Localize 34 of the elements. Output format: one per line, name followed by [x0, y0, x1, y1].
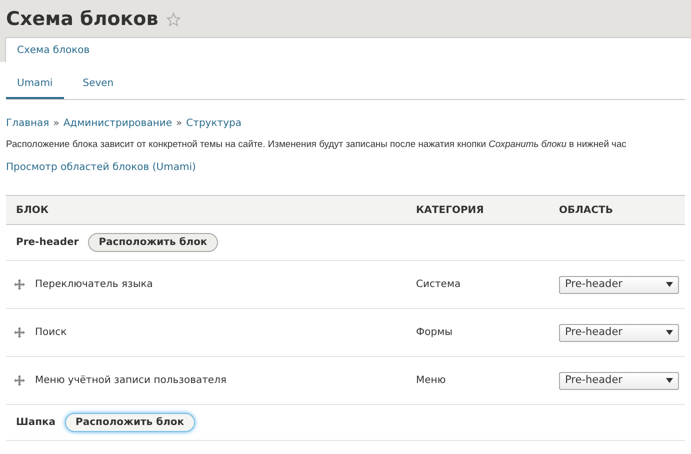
block-name: Меню учётной записи пользователя	[35, 374, 226, 388]
dropdown-arrow-icon	[666, 378, 673, 383]
block-category: Система	[416, 278, 462, 292]
dropdown-arrow-icon	[666, 330, 673, 335]
block-category: Меню	[416, 374, 447, 388]
demo-link[interactable]: Просмотр областей блоков (Umami)	[6, 160, 685, 175]
breadcrumb-link[interactable]: Администрирование	[63, 116, 172, 131]
breadcrumb-separator: »	[53, 117, 60, 131]
region-select[interactable]: Pre-header	[559, 324, 679, 342]
dropdown-arrow-icon	[666, 282, 673, 287]
region-title: Шапка	[16, 416, 56, 430]
region-title: Pre-header	[16, 236, 79, 250]
breadcrumb-separator: »	[176, 117, 182, 131]
drag-handle-icon[interactable]	[14, 327, 25, 338]
region-select[interactable]: Pre-header	[559, 372, 679, 390]
breadcrumb-link[interactable]: Главная	[6, 116, 50, 131]
column-header: БЛОК	[15, 204, 50, 218]
place-block-button[interactable]: Расположить блок	[88, 233, 218, 252]
block-category: Формы	[416, 326, 454, 340]
column-header: КАТЕГОРИЯ	[416, 204, 485, 218]
page-title: Схема блоков	[6, 6, 158, 32]
block-name: Переключатель языка	[35, 278, 153, 292]
drag-handle-icon[interactable]	[14, 375, 25, 386]
drag-handle-icon[interactable]	[14, 279, 25, 290]
region-select[interactable]: Pre-header	[559, 276, 679, 294]
theme-tab[interactable]: Seven	[72, 76, 125, 99]
column-header: ОБЛАСТЬ	[559, 204, 613, 218]
block-name: Поиск	[35, 326, 67, 340]
breadcrumb-link[interactable]: Структура	[186, 116, 242, 131]
description-text: Расположение блока зависит от конкретной темы на сайте. Изменения будут записаны после нажатия кнопки Сохранить блоки в нижней час	[6, 137, 626, 150]
place-block-button[interactable]: Расположить блок	[64, 413, 196, 432]
star-icon[interactable]	[166, 12, 182, 26]
primary-tab[interactable]: Схема блоков	[5, 37, 691, 62]
theme-tab[interactable]: Umami	[6, 76, 64, 99]
